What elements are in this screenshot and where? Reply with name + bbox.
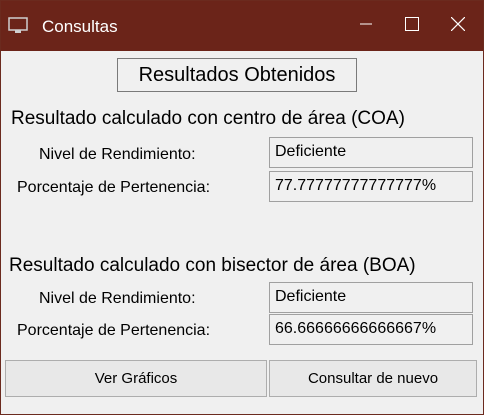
boa-porcentaje-field[interactable]: 66.66666666666667% [269, 314, 473, 345]
consultas-window: Consultas Resultados Obtenidos Resultado… [0, 0, 484, 415]
consultar-nuevo-button[interactable]: Consultar de nuevo [269, 360, 477, 397]
coa-porcentaje-field[interactable]: 77.77777777777777% [269, 171, 473, 202]
maximize-button[interactable] [389, 1, 435, 51]
app-icon [8, 17, 28, 35]
boa-nivel-label: Nivel de Rendimiento: [39, 290, 196, 307]
coa-porcentaje-label: Porcentaje de Pertenencia: [17, 179, 211, 196]
ver-graficos-button[interactable]: Ver Gráficos [5, 360, 267, 397]
boa-porcentaje-label: Porcentaje de Pertenencia: [17, 322, 211, 339]
boa-nivel-field[interactable]: Deficiente [269, 282, 473, 313]
results-header: Resultados Obtenidos [117, 58, 357, 92]
maximize-icon [405, 16, 419, 36]
coa-nivel-field[interactable]: Deficiente [269, 137, 473, 168]
window-title: Consultas [42, 17, 118, 36]
coa-nivel-label: Nivel de Rendimiento: [39, 146, 196, 163]
close-icon [450, 16, 466, 36]
minimize-icon [360, 17, 372, 35]
close-button[interactable] [435, 1, 481, 51]
title-bar[interactable]: Consultas [1, 1, 483, 51]
minimize-button[interactable] [343, 1, 389, 51]
boa-section-title: Resultado calculado con bisector de área… [9, 255, 416, 276]
coa-section-title: Resultado calculado con centro de área (… [11, 108, 405, 129]
window-content: Resultados Obtenidos Resultado calculado… [1, 51, 483, 414]
